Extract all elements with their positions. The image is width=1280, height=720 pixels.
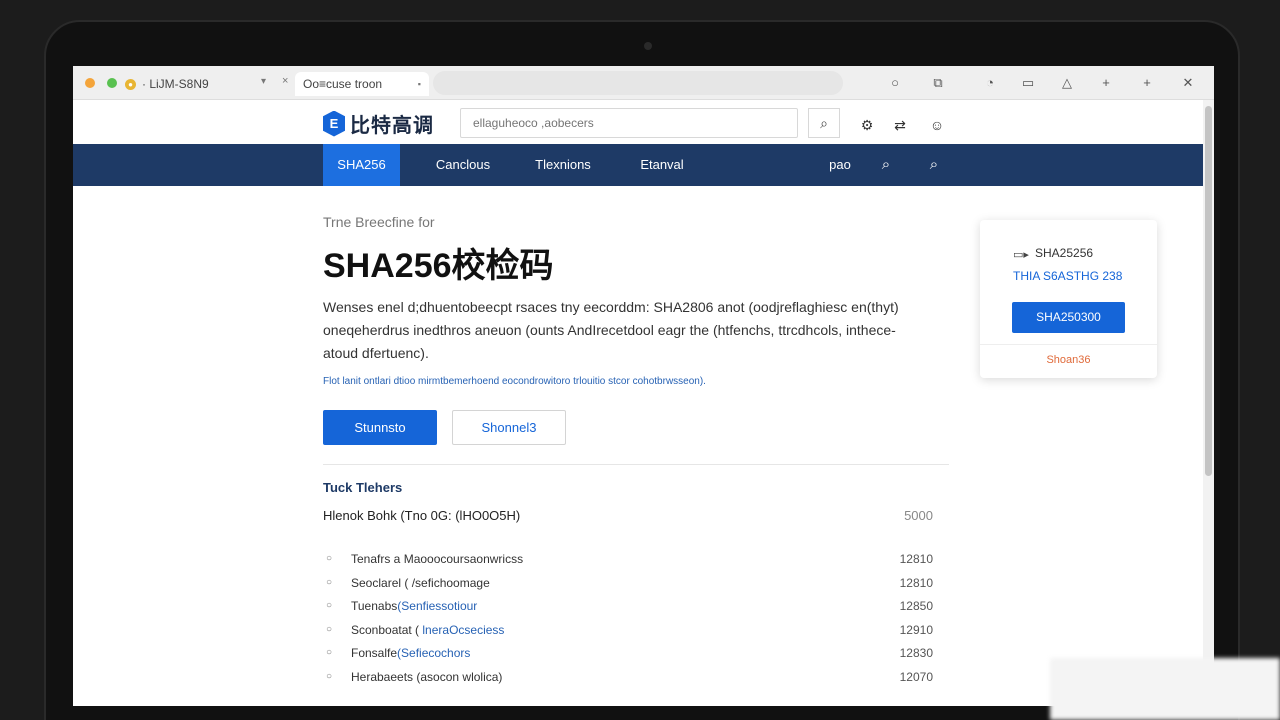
list-item-label: Fonsalfe <box>351 646 398 661</box>
chevron-down-icon[interactable]: ▾ <box>261 76 266 87</box>
list-item[interactable]: ○ Tuenabs(Senfiessotiour 12850 <box>323 597 933 621</box>
screen-icon[interactable]: ▭ <box>1020 75 1036 91</box>
camera-icon: ▭▸ <box>1013 249 1029 261</box>
list-item[interactable]: ○ Fonsalfe(Sefiecochors 12830 <box>323 644 933 668</box>
card-title: SHA25256 <box>1035 246 1094 260</box>
tab-1-label: · LiJM-S8N9 <box>142 77 209 91</box>
nav-item-4[interactable]: Etanval <box>629 144 695 186</box>
scrollbar-thumb[interactable] <box>1205 106 1212 476</box>
close-window-icon[interactable]: ✕ <box>1180 75 1196 91</box>
warning-icon[interactable]: △ <box>1059 75 1075 91</box>
close-tab-icon[interactable]: × <box>282 75 288 87</box>
card-link[interactable]: Shoan36 <box>980 354 1157 366</box>
tab-close-icon[interactable]: ▪ <box>418 79 421 89</box>
search-icon[interactable]: ⌕ <box>808 108 840 138</box>
primary-button[interactable]: Stunnsto <box>323 410 437 445</box>
palette-icon[interactable]: ◔ <box>982 75 998 91</box>
list-header-label: Hlenok Bohk (Tno 0G: (lHO0O5H) <box>323 508 521 523</box>
radio-icon[interactable]: ○ <box>326 624 332 635</box>
tab-favicon-icon: ● <box>125 78 136 90</box>
window-dot-orange[interactable] <box>85 78 95 88</box>
webcam <box>644 42 652 50</box>
site-logo[interactable]: E 比特高调 <box>323 109 434 138</box>
new-tab-icon[interactable]: + <box>1139 75 1155 91</box>
browser-tab-1[interactable]: ● · LiJM-S8N9 <box>125 72 275 96</box>
settings-icon[interactable]: ⚙ <box>858 116 876 134</box>
list-item-label: Tuenabs <box>351 599 398 614</box>
list-item-link[interactable]: (Sefiecochors <box>397 646 470 660</box>
list-item-label: Tenafrs a Maooocoursaonwricss <box>351 552 524 566</box>
account-icon[interactable]: ☺ <box>928 116 946 134</box>
logo-text: 比特高调 <box>350 115 434 137</box>
extensions-icon[interactable]: ⧉ <box>930 75 946 91</box>
divider <box>323 464 949 465</box>
list-item-label: Seoclarel ( /sefichoomage <box>351 575 490 590</box>
radio-icon[interactable]: ○ <box>326 553 332 564</box>
address-bar[interactable] <box>433 71 843 95</box>
list-header: Hlenok Bohk (Tno 0G: (lHO0O5H) 5000 <box>323 508 933 523</box>
screen: ● · LiJM-S8N9 ▾ × Oo≡cuse troon ▪ ○ ⧉ ◔ … <box>73 66 1214 706</box>
list-item[interactable]: ○ Herabaeets (asocon wlolica) 12070 <box>323 668 933 692</box>
breadcrumb: Trne Breecfine for <box>323 214 435 230</box>
list-header-value: 5000 <box>904 508 933 523</box>
nav-right-label[interactable]: pao <box>825 144 855 186</box>
list-item[interactable]: ○ Sconboatat ( lneraOcseciess 12910 <box>323 621 933 645</box>
blurred-area <box>1050 658 1280 720</box>
browser-toolbar: ● · LiJM-S8N9 ▾ × Oo≡cuse troon ▪ ○ ⧉ ◔ … <box>73 66 1214 100</box>
circle-icon[interactable]: ○ <box>887 75 903 91</box>
page-title: SHA256校检码 <box>323 247 554 285</box>
logo-mark-icon: E <box>323 110 345 137</box>
list-item-value: 12810 <box>899 575 933 590</box>
search-icon[interactable]: ⌕ <box>877 156 895 174</box>
site-header: E 比特高调 ⌕ ⚙ ⇄ ☺ <box>73 100 1203 144</box>
list-item-link[interactable]: (Senfiessotiour <box>397 599 477 613</box>
nav-item-3[interactable]: Tlexnions <box>523 144 603 186</box>
radio-icon[interactable]: ○ <box>326 600 332 611</box>
list-item[interactable]: ○ Tenafrs a Maooocoursaonwricss 12810 <box>323 550 933 574</box>
list-item-value: 12850 <box>899 599 933 614</box>
section-title: Tuck Tlehers <box>323 480 403 495</box>
tab-2-label: Oo≡cuse troon <box>303 77 383 91</box>
list-item-value: 12910 <box>899 622 933 637</box>
search-input[interactable] <box>460 108 798 138</box>
radio-icon[interactable]: ○ <box>326 647 332 658</box>
radio-icon[interactable]: ○ <box>326 577 332 588</box>
list-item-link[interactable]: lneraOcseciess <box>422 623 504 637</box>
secondary-button[interactable]: Shonnel3 <box>452 410 566 445</box>
card-subtitle[interactable]: THIA S6ASTHG 238 <box>1013 269 1122 283</box>
list-item-label: Herabaeets (asocon wlolica) <box>351 669 503 684</box>
card-button[interactable]: SHA250300 <box>1012 302 1125 333</box>
list-item-value: 12810 <box>899 552 933 566</box>
main-nav: SHA256 Canclous Tlexnions Etanval pao ⌕ … <box>73 144 1203 186</box>
page-description: Wenses enel d;dhuentobeecpt rsaces tny e… <box>323 299 899 361</box>
scrollbar[interactable] <box>1203 100 1214 706</box>
browser-tab-2[interactable]: Oo≡cuse troon ▪ <box>295 72 429 96</box>
radio-icon[interactable]: ○ <box>326 671 332 682</box>
search-alt-icon[interactable]: ⌕ <box>925 156 943 174</box>
file-list: ○ Tenafrs a Maooocoursaonwricss 12810 ○ … <box>323 550 933 692</box>
card-divider <box>980 344 1157 345</box>
add-icon[interactable]: + <box>1098 75 1114 91</box>
translate-icon[interactable]: ⇄ <box>891 116 909 134</box>
nav-item-2[interactable]: Canclous <box>425 144 501 186</box>
list-item-label: Sconboatat ( <box>351 622 423 637</box>
list-item[interactable]: ○ Seoclarel ( /sefichoomage 12810 <box>323 574 933 598</box>
list-item-value: 12830 <box>899 646 933 661</box>
list-item-value: 12070 <box>899 669 933 684</box>
side-card: ▭▸ SHA25256 THIA S6ASTHG 238 SHA250300 S… <box>980 220 1157 378</box>
nav-item-sha256[interactable]: SHA256 <box>323 144 400 186</box>
info-link[interactable]: Flot lanit ontlari dtioo mirmtbemerhoend… <box>323 376 706 387</box>
window-dot-green[interactable] <box>107 78 117 88</box>
